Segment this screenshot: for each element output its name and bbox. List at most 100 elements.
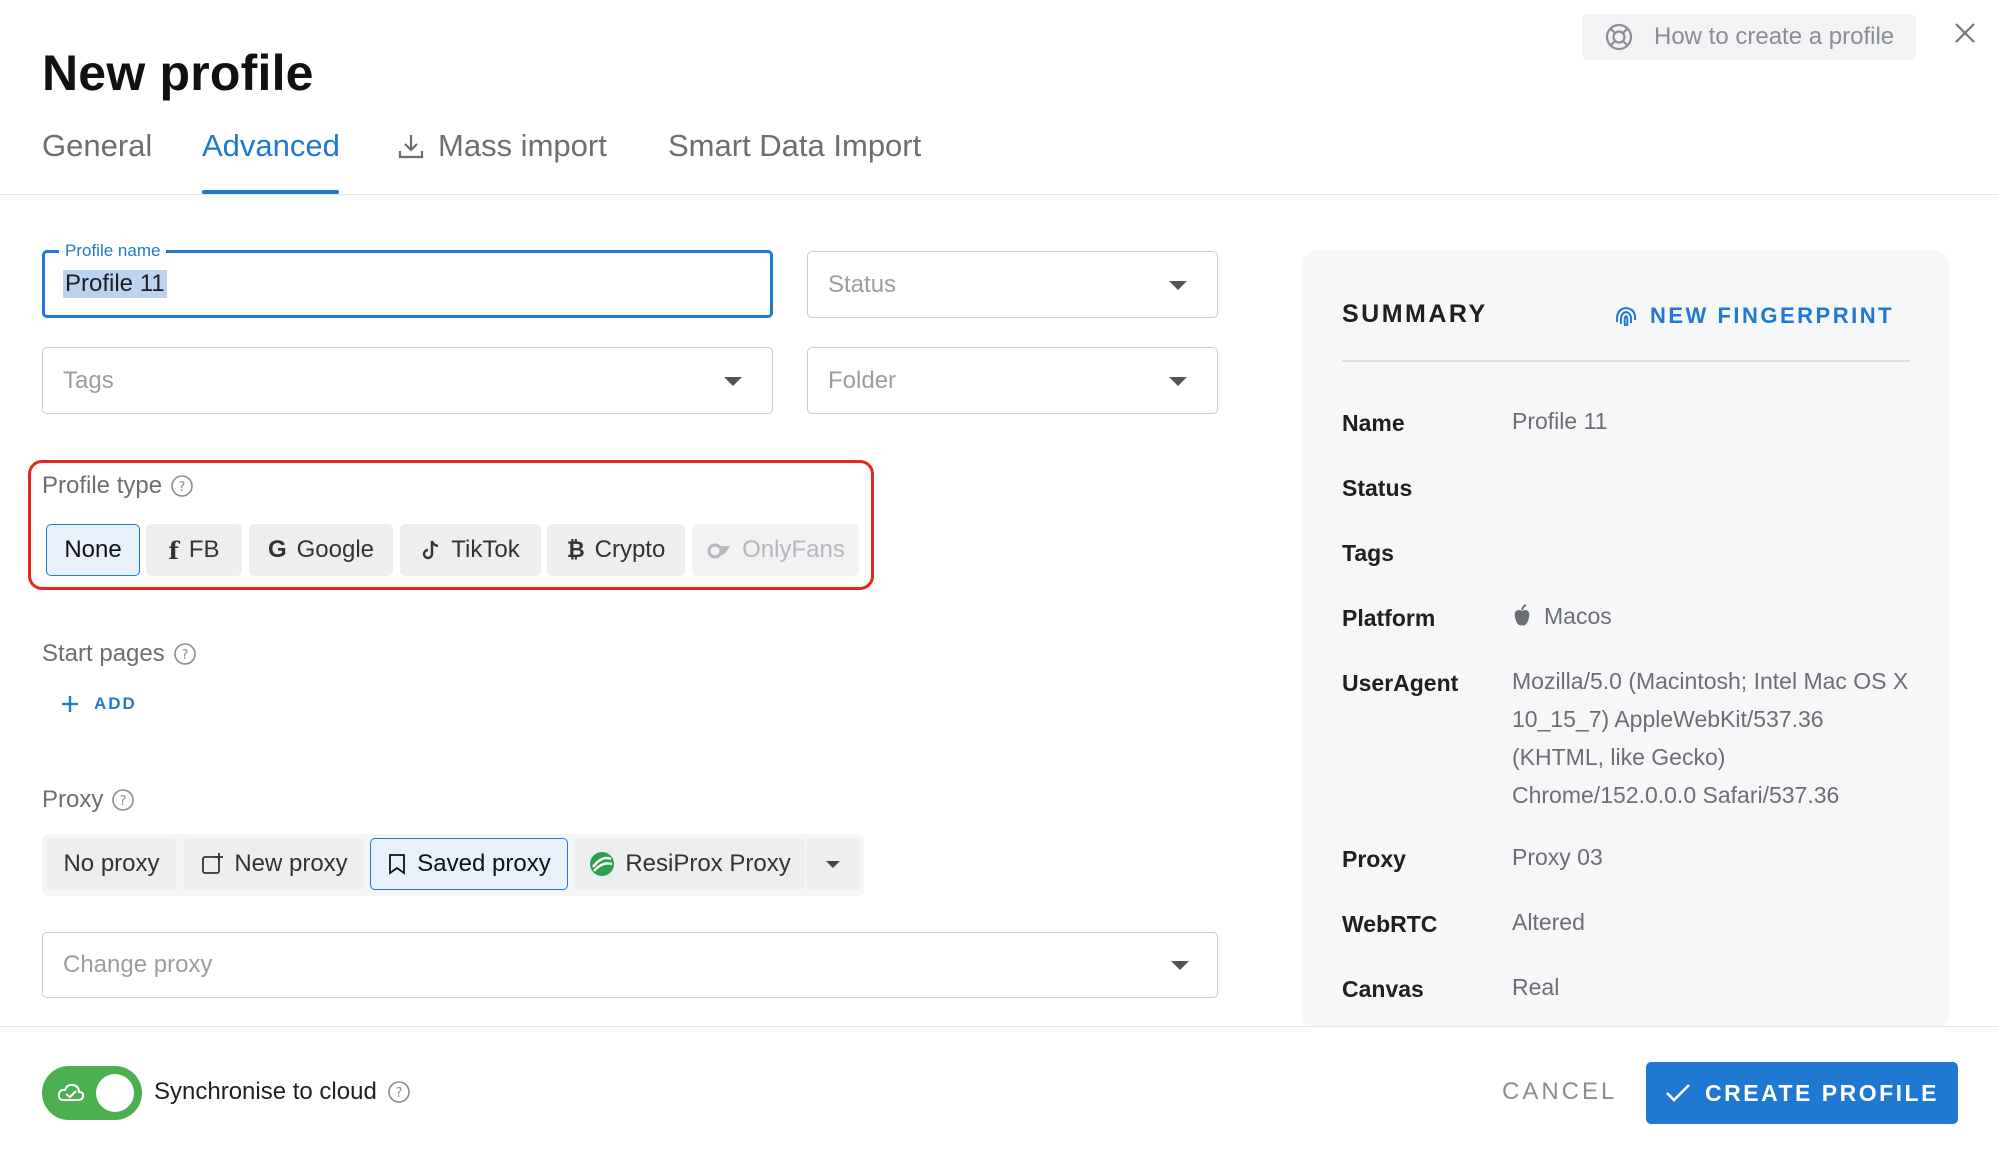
folder-select[interactable]: Folder [807, 347, 1218, 414]
tags-select[interactable]: Tags [42, 347, 773, 414]
svg-text:?: ? [179, 480, 186, 495]
bookmark-icon [389, 854, 406, 875]
help-icon[interactable]: ? [170, 474, 194, 498]
page-title: New profile [42, 45, 314, 101]
summary-key-webrtc: WebRTC [1342, 911, 1438, 937]
summary-value-platform-wrap: Macos [1512, 597, 1912, 635]
tab-advanced-label: Advanced [202, 128, 340, 163]
summary-value-canvas: Real [1512, 974, 1560, 1000]
facebook-icon: f [168, 535, 179, 565]
proxy-resiprox[interactable]: ResiProx Proxy [575, 838, 805, 890]
summary-key-proxy: Proxy [1342, 846, 1406, 872]
proxy-no-proxy-label: No proxy [63, 850, 160, 877]
summary-value-webrtc: Altered [1512, 909, 1585, 935]
summary-key-tags: Tags [1342, 540, 1394, 566]
summary-key-status: Status [1342, 475, 1413, 501]
tab-mass-import[interactable]: Mass import [396, 128, 607, 164]
profile-type-fb-label: FB [188, 536, 220, 563]
summary-value-name: Profile 11 [1512, 408, 1608, 434]
help-icon[interactable]: ? [111, 788, 135, 812]
add-window-icon [202, 853, 224, 874]
profile-type-onlyfans-label: OnlyFans [742, 536, 845, 563]
plus-icon [62, 696, 78, 712]
profile-type-google[interactable]: G Google [249, 524, 393, 576]
tags-placeholder: Tags [63, 366, 114, 394]
create-profile-label: CREATE PROFILE [1705, 1079, 1939, 1106]
summary-value-useragent: Mozilla/5.0 (Macintosh; Intel Mac OS X 1… [1512, 668, 1909, 808]
profile-type-crypto-label: Crypto [594, 536, 666, 563]
profile-type-label-text: Profile type [42, 472, 163, 499]
add-start-page-button[interactable]: ADD [60, 694, 137, 714]
sync-label-text: Synchronise to cloud [154, 1078, 377, 1105]
proxy-saved-proxy[interactable]: Saved proxy [370, 838, 568, 890]
fingerprint-icon [1615, 306, 1637, 327]
help-icon[interactable]: ? [173, 642, 197, 666]
proxy-no-proxy[interactable]: No proxy [47, 838, 176, 890]
change-proxy-placeholder: Change proxy [63, 951, 213, 978]
sync-label: Synchronise to cloud ? [154, 1078, 411, 1106]
close-icon[interactable] [1950, 18, 1980, 48]
google-icon: G [267, 536, 287, 563]
summary-value-proxy: Proxy 03 [1512, 844, 1603, 870]
toggle-knob [96, 1074, 134, 1112]
header-divider [0, 194, 1999, 195]
chevron-down-icon [1171, 961, 1189, 970]
profile-type-fb[interactable]: f FB [146, 524, 242, 576]
summary-key-useragent: UserAgent [1342, 670, 1459, 696]
summary-title: SUMMARY [1342, 300, 1488, 328]
tab-advanced[interactable]: Advanced [202, 128, 340, 164]
profile-name-input[interactable]: Profile name Profile 11 [42, 241, 773, 318]
chevron-down-icon [724, 376, 742, 386]
new-fingerprint-label: NEW FINGERPRINT [1650, 303, 1895, 328]
proxy-new-proxy[interactable]: New proxy [184, 838, 364, 890]
cancel-button[interactable]: CANCEL [1502, 1078, 1617, 1106]
onlyfans-icon [707, 543, 731, 559]
check-icon [1666, 1084, 1690, 1102]
summary-key-canvas: Canvas [1342, 976, 1424, 1002]
profile-type-crypto[interactable]: ₿ Crypto [547, 524, 685, 576]
help-icon[interactable]: ? [387, 1080, 411, 1104]
profile-type-none-label: None [64, 536, 122, 563]
tab-smart-data-import[interactable]: Smart Data Import [668, 128, 921, 164]
summary-key-name: Name [1342, 410, 1405, 436]
help-button[interactable]: How to create a profile [1582, 14, 1916, 60]
summary-key-platform: Platform [1342, 605, 1436, 631]
chevron-down-icon [1169, 376, 1187, 386]
tab-mass-import-label: Mass import [438, 128, 607, 163]
profile-type-google-label: Google [296, 536, 375, 563]
proxy-more-dropdown[interactable] [806, 838, 860, 890]
start-pages-label-text: Start pages [42, 640, 165, 667]
tab-general-label: General [42, 128, 153, 163]
profile-type-tiktok[interactable]: TikTok [400, 524, 541, 576]
proxy-label: Proxy ? [42, 786, 135, 814]
footer-divider [0, 1026, 1999, 1027]
summary-value-platform: Macos [1544, 603, 1612, 629]
folder-placeholder: Folder [828, 366, 897, 394]
profile-type-none[interactable]: None [46, 524, 140, 576]
status-placeholder: Status [828, 270, 897, 298]
tab-general[interactable]: General [42, 128, 152, 164]
svg-text:?: ? [120, 794, 127, 809]
tiktok-icon [423, 540, 439, 560]
proxy-resiprox-label: ResiProx Proxy [625, 850, 791, 877]
profile-type-label: Profile type ? [42, 472, 194, 500]
lifebuoy-icon [1605, 23, 1633, 51]
add-start-page-label: ADD [94, 694, 137, 713]
chevron-down-icon [1169, 280, 1187, 290]
help-button-label: How to create a profile [1654, 23, 1895, 50]
create-profile-button[interactable]: CREATE PROFILE [1646, 1062, 1958, 1124]
profile-name-value: Profile 11 [63, 270, 167, 298]
proxy-label-text: Proxy [42, 786, 104, 813]
status-select[interactable]: Status [807, 251, 1218, 318]
sync-toggle[interactable] [42, 1066, 142, 1120]
svg-text:?: ? [181, 648, 188, 663]
summary-divider [1342, 360, 1910, 362]
proxy-new-proxy-label: New proxy [234, 850, 348, 877]
cloud-icon [57, 1083, 85, 1101]
download-icon [398, 135, 424, 159]
profile-type-tiktok-label: TikTok [451, 536, 520, 563]
profile-name-label: Profile name [59, 241, 167, 261]
new-fingerprint-button[interactable]: NEW FINGERPRINT [1612, 302, 1894, 330]
change-proxy-select[interactable]: Change proxy [42, 932, 1218, 998]
resiprox-logo-icon [590, 852, 615, 876]
